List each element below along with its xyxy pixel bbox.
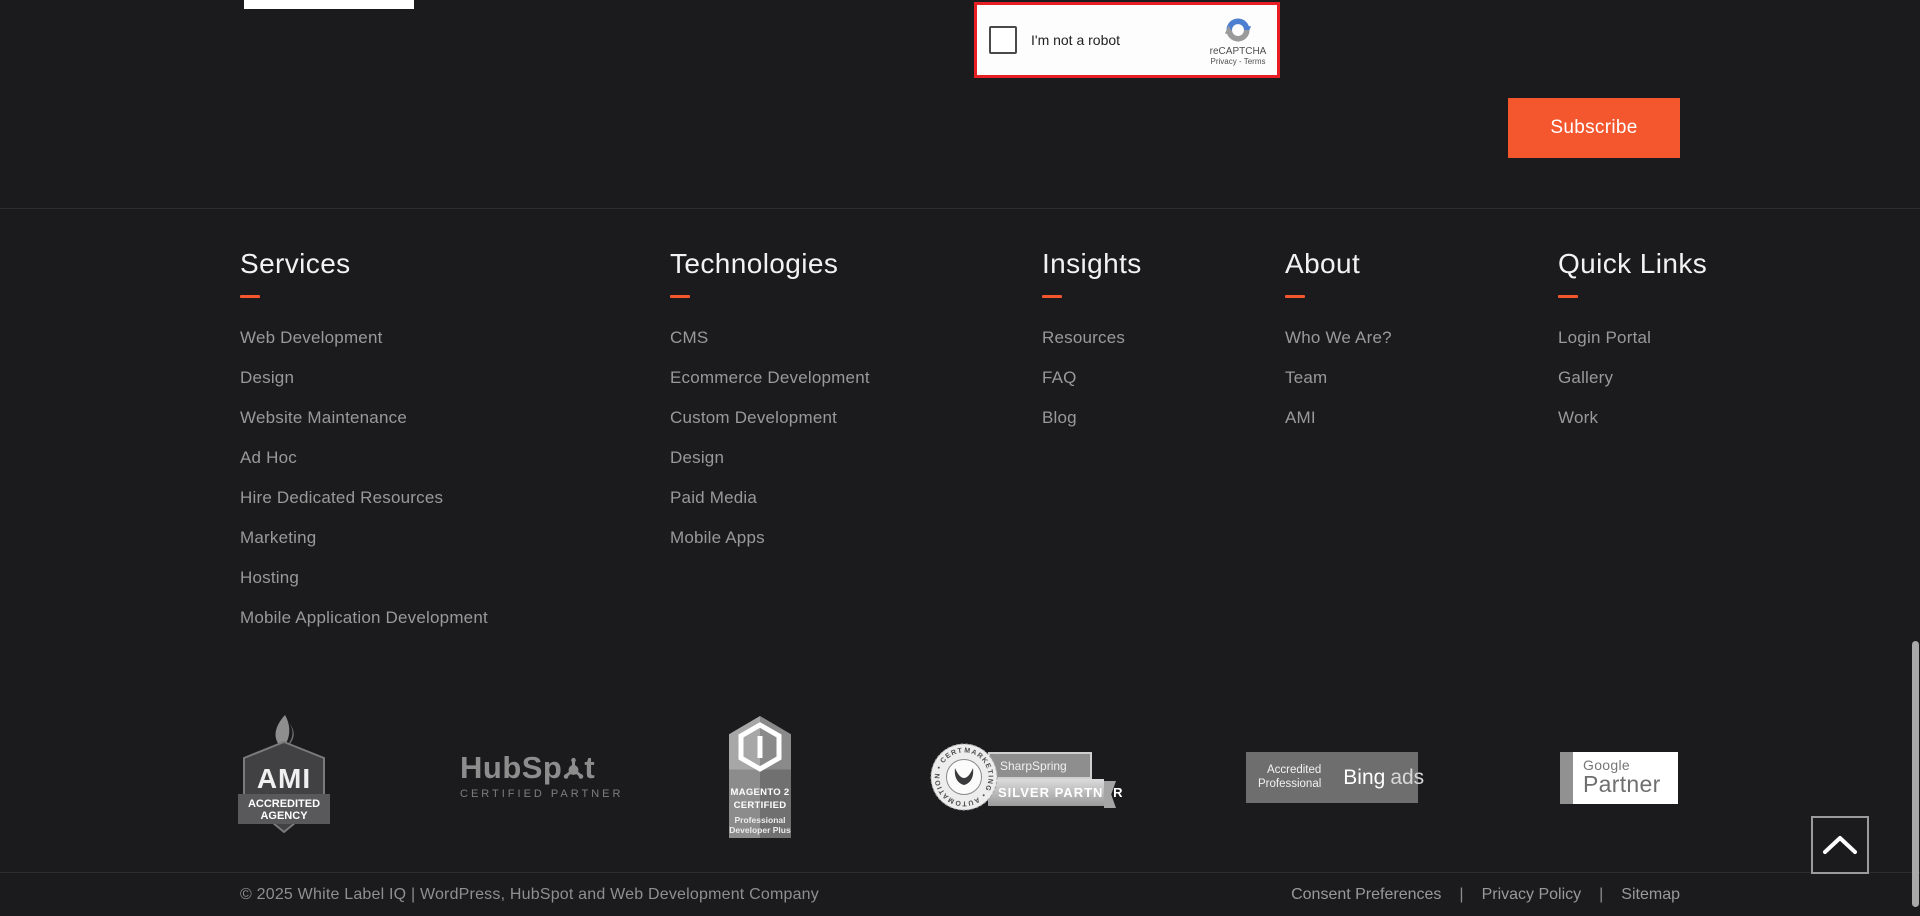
- footer-link-login-portal[interactable]: Login Portal: [1558, 328, 1651, 348]
- footer-column-quick-links: Quick Links Login Portal Gallery Work: [1558, 248, 1707, 438]
- svg-text:ACCREDITED: ACCREDITED: [248, 798, 320, 810]
- column-title-about: About: [1285, 248, 1361, 279]
- chevron-up-icon: [1823, 836, 1857, 854]
- privacy-policy-link[interactable]: Privacy Policy: [1482, 886, 1582, 904]
- bottom-bar: © 2025 White Label IQ | WordPress, HubSp…: [0, 874, 1920, 916]
- svg-text:AGENCY: AGENCY: [260, 810, 308, 822]
- google-partner-badge: Google Partner: [1560, 752, 1678, 804]
- footer-link-marketing[interactable]: Marketing: [240, 528, 316, 548]
- hubspot-certified-partner-label: CERTIFIED PARTNER: [460, 788, 624, 800]
- recaptcha-logo-icon: [1224, 17, 1252, 42]
- footer-link-paid-media[interactable]: Paid Media: [670, 488, 757, 508]
- recaptcha-branding: reCAPTCHA Privacy - Terms: [1207, 15, 1269, 66]
- column-title-services: Services: [240, 248, 351, 279]
- page-footer: I'm not a robot reCAPTCHA Privacy - Term…: [0, 0, 1920, 916]
- magento-line4: Developer Plus: [729, 825, 791, 835]
- sharpspring-name: SharpSpring: [1000, 758, 1067, 773]
- accent-underline: [1042, 295, 1062, 298]
- footer-link-who-we-are[interactable]: Who We Are?: [1285, 328, 1392, 348]
- footer-column-insights: Insights Resources FAQ Blog: [1042, 248, 1142, 438]
- footer-link-gallery[interactable]: Gallery: [1558, 368, 1613, 388]
- column-title-quick-links: Quick Links: [1558, 248, 1708, 279]
- magento-line2: CERTIFIED: [733, 800, 787, 811]
- footer-link-team[interactable]: Team: [1285, 368, 1327, 388]
- scrollbar-thumb[interactable]: [1912, 641, 1919, 907]
- insights-links: Resources FAQ Blog: [1042, 318, 1142, 438]
- newsletter-section: I'm not a robot reCAPTCHA Privacy - Term…: [0, 0, 1920, 209]
- google-partner-strip: [1560, 752, 1573, 804]
- partner-label: Partner: [1583, 771, 1661, 797]
- accent-underline: [1558, 295, 1578, 298]
- sitemap-link[interactable]: Sitemap: [1621, 886, 1680, 904]
- recaptcha-privacy-terms-link[interactable]: Privacy - Terms: [1211, 57, 1266, 66]
- footer-navigation: Services Web Development Design Website …: [0, 210, 1920, 686]
- accent-underline: [670, 295, 690, 298]
- hubspot-sprocket-icon: [564, 757, 584, 779]
- about-links: Who We Are? Team AMI: [1285, 318, 1392, 438]
- hubspot-logo: HubSp t: [460, 752, 600, 783]
- separator: |: [1459, 886, 1464, 903]
- footer-link-hosting[interactable]: Hosting: [240, 568, 299, 588]
- accent-underline: [240, 295, 260, 298]
- column-title-technologies: Technologies: [670, 248, 839, 279]
- bing-ads-label: ads: [1390, 765, 1425, 789]
- scroll-to-top-button[interactable]: [1811, 816, 1869, 874]
- sharpspring-name-ribbon: SharpSpring: [988, 752, 1092, 779]
- footer-link-mobile-apps[interactable]: Mobile Apps: [670, 528, 765, 548]
- footer-link-blog[interactable]: Blog: [1042, 408, 1077, 428]
- consent-preferences-link[interactable]: Consent Preferences: [1291, 886, 1441, 904]
- magento-line3: Professional: [734, 815, 786, 825]
- subscribe-button[interactable]: Subscribe: [1508, 98, 1680, 158]
- ami-badge-icon: AMI ACCREDITED AGENCY: [238, 715, 330, 834]
- footer-link-ecommerce-development[interactable]: Ecommerce Development: [670, 368, 870, 388]
- magento-logo-icon: [738, 722, 782, 772]
- technologies-links: CMS Ecommerce Development Custom Develop…: [670, 318, 870, 558]
- footer-link-design[interactable]: Design: [240, 368, 294, 388]
- ami-accredited-agency-badge: AMI ACCREDITED AGENCY: [238, 715, 330, 840]
- magento-line1: MAGENTO 2: [730, 787, 790, 798]
- footer-link-hire-dedicated-resources[interactable]: Hire Dedicated Resources: [240, 488, 443, 508]
- footer-link-web-development[interactable]: Web Development: [240, 328, 383, 348]
- copyright-text: © 2025 White Label IQ | WordPress, HubSp…: [240, 886, 819, 903]
- bing-accredited-professional-label: Accredited Professional: [1258, 763, 1322, 790]
- sharpspring-tier-ribbon: SILVER PARTNER: [988, 779, 1122, 806]
- column-title-insights: Insights: [1042, 248, 1142, 279]
- footer-link-ami[interactable]: AMI: [1285, 408, 1316, 428]
- magento-certified-badge: MAGENTO 2 CERTIFIED Professional Develop…: [729, 716, 791, 838]
- sharpspring-seal-icon: MARKETING • AUTOMATION • CERTIFIED: [930, 743, 998, 811]
- accent-underline: [1285, 295, 1305, 298]
- footer-column-services: Services Web Development Design Website …: [240, 248, 488, 638]
- footer-link-work[interactable]: Work: [1558, 408, 1598, 428]
- services-links: Web Development Design Website Maintenan…: [240, 318, 488, 638]
- legal-links: Consent Preferences | Privacy Policy | S…: [1291, 886, 1680, 904]
- footer-link-website-maintenance[interactable]: Website Maintenance: [240, 408, 407, 428]
- footer-link-design-tech[interactable]: Design: [670, 448, 724, 468]
- quick-links: Login Portal Gallery Work: [1558, 318, 1707, 438]
- svg-text:AMI: AMI: [257, 763, 311, 794]
- bing-wordmark: Bing: [1343, 765, 1386, 789]
- email-input-fragment[interactable]: [244, 0, 414, 9]
- hubspot-certified-partner-badge: HubSp t CERTIFIED PARTNER: [460, 752, 624, 800]
- footer-link-ad-hoc[interactable]: Ad Hoc: [240, 448, 297, 468]
- recaptcha-widget[interactable]: I'm not a robot reCAPTCHA Privacy - Term…: [974, 2, 1280, 78]
- separator: |: [1599, 886, 1604, 903]
- hubspot-wordmark-right: t: [584, 750, 596, 785]
- recaptcha-brand: reCAPTCHA: [1209, 45, 1267, 57]
- footer-column-technologies: Technologies CMS Ecommerce Development C…: [670, 248, 870, 558]
- bing-ads-accredited-badge: Accredited Professional Bing ads: [1246, 752, 1424, 803]
- footer-link-custom-development[interactable]: Custom Development: [670, 408, 837, 428]
- footer-link-mobile-application-development[interactable]: Mobile Application Development: [240, 608, 488, 628]
- recaptcha-label: I'm not a robot: [1031, 32, 1121, 48]
- footer-link-resources[interactable]: Resources: [1042, 328, 1125, 348]
- sharpspring-silver-partner-badge: SharpSpring SILVER PARTNER MARKETING • A…: [930, 743, 1122, 815]
- partner-badges-strip: AMI ACCREDITED AGENCY HubSp t CERTIFIED …: [0, 686, 1920, 873]
- footer-link-cms[interactable]: CMS: [670, 328, 708, 348]
- footer-column-about: About Who We Are? Team AMI: [1285, 248, 1392, 438]
- footer-link-faq[interactable]: FAQ: [1042, 368, 1077, 388]
- hubspot-wordmark-left: HubSp: [460, 750, 563, 785]
- recaptcha-checkbox[interactable]: [989, 26, 1017, 54]
